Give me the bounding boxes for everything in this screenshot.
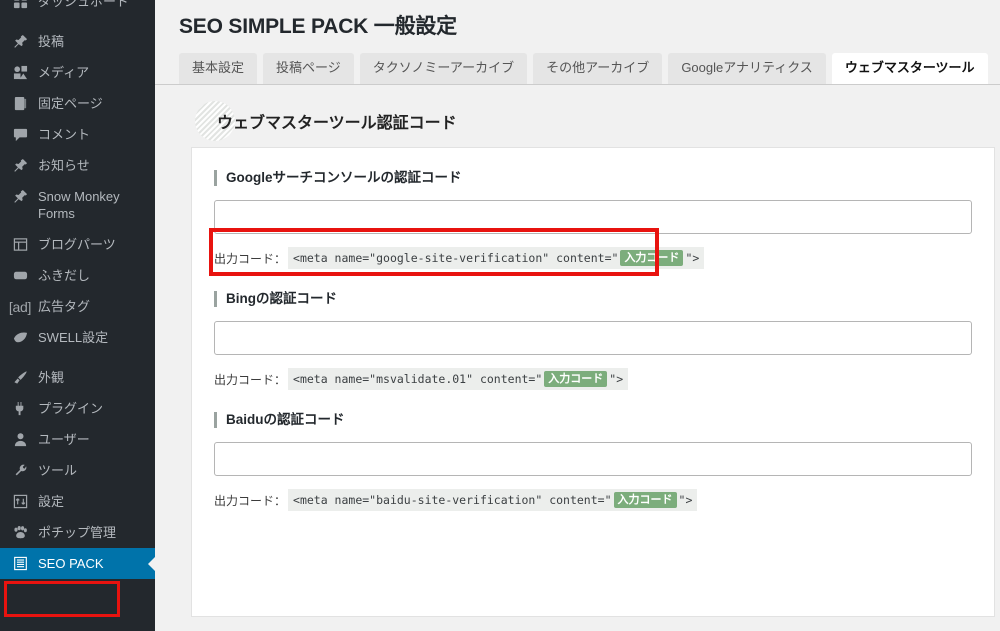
sidebar-item-comments[interactable]: コメント [0,119,155,150]
settings-icon [10,493,30,510]
sidebar-highlight-annotation [4,581,120,617]
sidebar-item-label: Snow Monkey Forms [38,189,120,221]
user-icon [10,431,30,448]
sidebar-item-label: ダッシュボード [38,0,130,9]
sidebar-item-dashboard[interactable]: ダッシュボード [0,0,155,17]
sidebar-item-label: 広告タグ [38,299,91,314]
hint-label: 出力コード： [214,251,287,266]
hint-code-after: "> [685,251,700,265]
sidebar-item-label: 固定ページ [38,96,103,111]
hint-code-chip: 入力コード [613,492,677,508]
tab-basic-settings[interactable]: 基本設定 [179,53,258,84]
settings-panel: ウェブマスターツール認証コード Googleサーチコンソールの認証コード 出力コ… [155,85,1000,617]
sidebar-item-media[interactable]: メディア [0,57,155,88]
comment-icon [10,126,30,143]
hint-code-before: <meta name="baidu-site-verification" con… [293,493,612,507]
sidebar-item-label: お知らせ [38,158,90,173]
sidebar-item-blog-parts[interactable]: ブログパーツ [0,229,155,260]
hint-label: 出力コード： [214,372,287,387]
paw-icon [10,524,30,541]
sidebar-item-posts[interactable]: 投稿 [0,26,155,57]
sidebar-item-label: ポチップ管理 [38,525,117,540]
swell-icon [10,329,30,346]
blocks-icon [10,236,30,253]
sidebar-item-label: ふきだし [38,268,91,283]
field-label: Bingの認証コード [214,291,972,307]
sidebar-item-label: 投稿 [38,34,65,49]
sidebar-item-label: メディア [38,65,90,80]
admin-sidebar: ダッシュボード 投稿 メディア 固定ページ コメント お知らせ Snow Mon… [0,0,155,631]
tab-taxonomy-archive[interactable]: タクソノミーアーカイブ [359,53,528,84]
field-baidu: Baiduの認証コード 出力コード： <meta name="baidu-sit… [214,412,972,511]
sidebar-item-label: 外観 [38,370,65,385]
field-hint: 出力コード： <meta name="google-site-verificat… [214,247,972,269]
bing-verification-input[interactable] [214,321,972,355]
balloon-icon [10,267,30,284]
google-search-console-input[interactable] [214,200,972,234]
field-label: Googleサーチコンソールの認証コード [214,170,972,186]
media-icon [10,64,30,81]
sidebar-item-label: 設定 [38,494,65,509]
sidebar-item-label: ブログパーツ [38,237,116,252]
hint-code-chip: 入力コード [620,250,684,266]
hint-code: <meta name="msvalidate.01" content=" 入力コ… [288,368,629,390]
sidebar-item-label: SEO PACK [38,556,104,571]
list-icon [10,555,30,572]
field-label: Baiduの認証コード [214,412,972,428]
sidebar-item-snow-monkey-forms[interactable]: Snow Monkey Forms [0,181,155,229]
hint-code-chip: 入力コード [544,371,608,387]
tab-other-archive[interactable]: その他アーカイブ [533,53,663,84]
sidebar-item-users[interactable]: ユーザー [0,424,155,455]
tab-post-pages[interactable]: 投稿ページ [263,53,354,84]
settings-card: Googleサーチコンソールの認証コード 出力コード： <meta name="… [191,147,995,617]
sidebar-item-notices[interactable]: お知らせ [0,150,155,181]
sidebar-divider [0,17,155,26]
field-bing: Bingの認証コード 出力コード： <meta name="msvalidate… [214,291,972,390]
sidebar-item-seo-pack[interactable]: SEO PACK [0,548,155,579]
dashboard-icon [10,0,30,10]
field-hint: 出力コード： <meta name="msvalidate.01" conten… [214,368,972,390]
sidebar-item-pochipp[interactable]: ポチップ管理 [0,517,155,548]
sidebar-divider [0,353,155,362]
page-title: SEO SIMPLE PACK 一般設定 [179,15,457,38]
sidebar-item-pages[interactable]: 固定ページ [0,88,155,119]
hint-code: <meta name="baidu-site-verification" con… [288,489,698,511]
admin-screen: ダッシュボード 投稿 メディア 固定ページ コメント お知らせ Snow Mon… [0,0,1000,631]
ad-icon: [ad] [8,298,32,315]
pin-icon [10,188,30,205]
tab-google-analytics[interactable]: Googleアナリティクス [668,53,826,84]
sidebar-item-appearance[interactable]: 外観 [0,362,155,393]
sidebar-item-label: プラグイン [38,401,104,416]
section-heading: ウェブマスターツール認証コード [191,85,995,147]
hint-code-after: "> [678,493,693,507]
sidebar-item-label: コメント [38,127,91,142]
field-google-search-console: Googleサーチコンソールの認証コード 出力コード： <meta name="… [214,170,972,269]
sidebar-item-swell-settings[interactable]: SWELL設定 [0,322,155,353]
sidebar-item-plugins[interactable]: プラグイン [0,393,155,424]
sidebar-item-ad-tags[interactable]: [ad] 広告タグ [0,291,155,322]
pin-icon [10,33,30,50]
hint-code-before: <meta name="google-site-verification" co… [293,251,619,265]
main-content: SEO SIMPLE PACK 一般設定 基本設定 投稿ページ タクソノミーアー… [155,0,1000,631]
field-hint: 出力コード： <meta name="baidu-site-verificati… [214,489,972,511]
wrench-icon [10,462,30,479]
sidebar-item-label: ツール [38,463,78,478]
hint-label: 出力コード： [214,493,287,508]
sidebar-item-label: ユーザー [38,432,90,447]
sidebar-item-fukidashi[interactable]: ふきだし [0,260,155,291]
brush-icon [10,369,30,386]
sidebar-item-label: SWELL設定 [38,330,109,345]
hint-code-after: "> [609,372,624,386]
settings-tab-bar: 基本設定 投稿ページ タクソノミーアーカイブ その他アーカイブ Googleアナ… [155,40,1000,84]
hint-code-before: <meta name="msvalidate.01" content=" [293,372,543,386]
plugin-icon [10,400,30,417]
sidebar-item-tools[interactable]: ツール [0,455,155,486]
hint-code: <meta name="google-site-verification" co… [288,247,705,269]
sidebar-item-settings[interactable]: 設定 [0,486,155,517]
tab-webmaster-tools[interactable]: ウェブマスターツール [831,53,988,84]
baidu-verification-input[interactable] [214,442,972,476]
pin-icon [10,157,30,174]
section-heading-label: ウェブマスターツール認証コード [217,115,457,132]
page-icon [10,95,30,112]
